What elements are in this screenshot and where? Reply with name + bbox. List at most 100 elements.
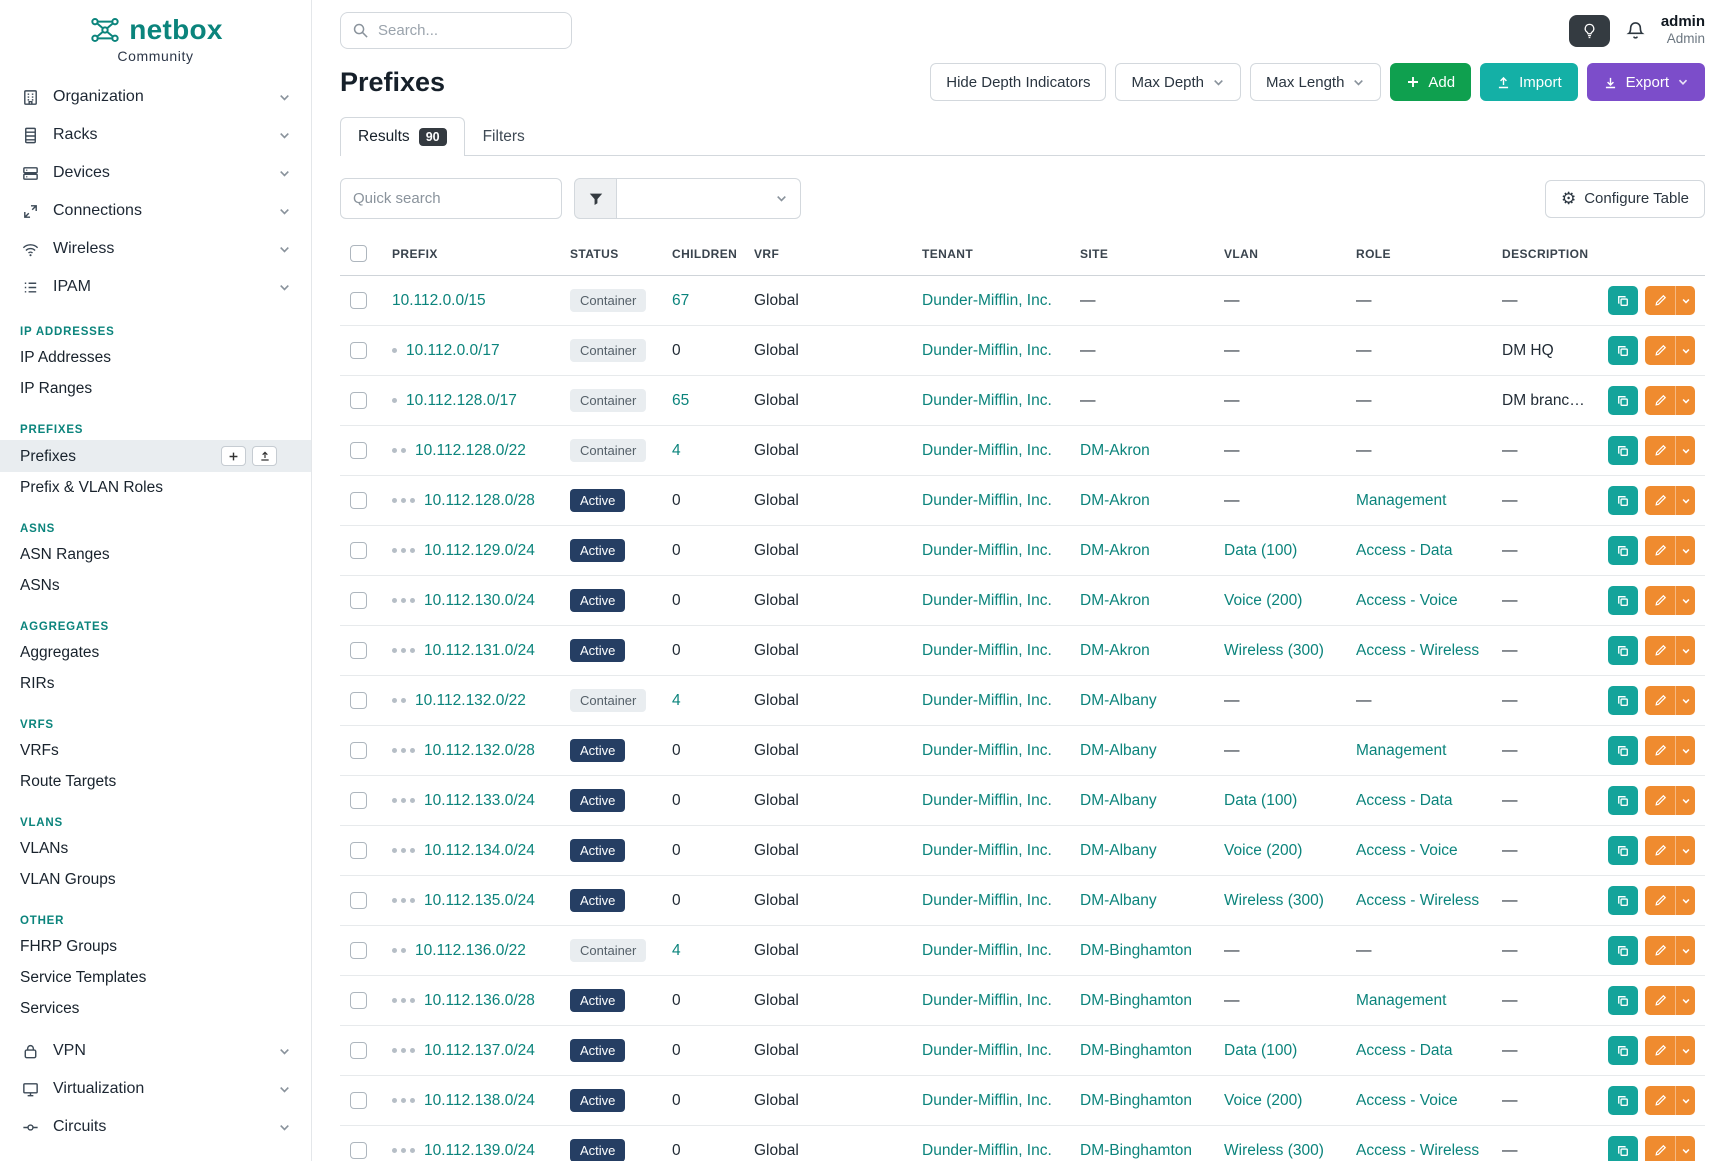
import-button[interactable]: Import bbox=[1480, 63, 1578, 101]
children-count-link[interactable]: 65 bbox=[672, 392, 689, 409]
tenant-link[interactable]: Dunder-Mifflin, Inc. bbox=[922, 742, 1052, 759]
edit-button[interactable] bbox=[1645, 536, 1675, 565]
edit-button[interactable] bbox=[1645, 1136, 1675, 1161]
tenant-link[interactable]: Dunder-Mifflin, Inc. bbox=[922, 392, 1052, 409]
tenant-link[interactable]: Dunder-Mifflin, Inc. bbox=[922, 792, 1052, 809]
edit-button[interactable] bbox=[1645, 686, 1675, 715]
quick-search-input[interactable] bbox=[340, 178, 562, 219]
column-header-status[interactable]: STATUS bbox=[560, 232, 662, 276]
copy-button[interactable] bbox=[1608, 736, 1638, 765]
sidebar-item-ipam[interactable]: IPAM bbox=[0, 268, 311, 306]
quick-import-button[interactable] bbox=[252, 446, 277, 466]
copy-button[interactable] bbox=[1608, 986, 1638, 1015]
edit-button[interactable] bbox=[1645, 936, 1675, 965]
vlan-link[interactable]: Wireless (300) bbox=[1224, 1142, 1324, 1159]
tenant-link[interactable]: Dunder-Mifflin, Inc. bbox=[922, 842, 1052, 859]
prefix-link[interactable]: 10.112.137.0/24 bbox=[424, 1042, 535, 1059]
copy-button[interactable] bbox=[1608, 536, 1638, 565]
copy-button[interactable] bbox=[1608, 386, 1638, 415]
prefix-link[interactable]: 10.112.131.0/24 bbox=[424, 642, 535, 659]
prefix-link[interactable]: 10.112.129.0/24 bbox=[424, 542, 535, 559]
edit-button[interactable] bbox=[1645, 1036, 1675, 1065]
role-link[interactable]: Access - Voice bbox=[1356, 1092, 1458, 1109]
vlan-link[interactable]: Voice (200) bbox=[1224, 1092, 1302, 1109]
vlan-link[interactable]: Voice (200) bbox=[1224, 592, 1302, 609]
children-count-link[interactable]: 67 bbox=[672, 292, 689, 309]
filter-button[interactable] bbox=[574, 178, 617, 219]
sidebar-item-ip-ranges[interactable]: IP Ranges bbox=[0, 373, 311, 404]
sidebar-item-aggregates[interactable]: Aggregates bbox=[0, 637, 311, 668]
hide-depth-indicators-button[interactable]: Hide Depth Indicators bbox=[930, 63, 1106, 101]
prefix-link[interactable]: 10.112.138.0/24 bbox=[424, 1092, 535, 1109]
quick-add-button[interactable] bbox=[221, 446, 246, 466]
edit-button[interactable] bbox=[1645, 436, 1675, 465]
row-checkbox[interactable] bbox=[350, 542, 367, 559]
site-link[interactable]: DM-Albany bbox=[1080, 742, 1157, 759]
edit-dropdown-caret[interactable] bbox=[1675, 736, 1695, 765]
site-link[interactable]: DM-Binghamton bbox=[1080, 992, 1192, 1009]
edit-dropdown-caret[interactable] bbox=[1675, 886, 1695, 915]
configure-table-button[interactable]: ⚙ Configure Table bbox=[1545, 180, 1705, 218]
edit-dropdown-caret[interactable] bbox=[1675, 836, 1695, 865]
site-link[interactable]: DM-Akron bbox=[1080, 492, 1150, 509]
sidebar-item-vrfs[interactable]: VRFs bbox=[0, 735, 311, 766]
edit-dropdown-caret[interactable] bbox=[1675, 786, 1695, 815]
role-link[interactable]: Access - Data bbox=[1356, 1042, 1452, 1059]
copy-button[interactable] bbox=[1608, 886, 1638, 915]
sidebar-item-vpn[interactable]: VPN bbox=[0, 1032, 311, 1070]
tenant-link[interactable]: Dunder-Mifflin, Inc. bbox=[922, 342, 1052, 359]
sidebar-item-organization[interactable]: Organization bbox=[0, 78, 311, 116]
site-link[interactable]: DM-Akron bbox=[1080, 442, 1150, 459]
tenant-link[interactable]: Dunder-Mifflin, Inc. bbox=[922, 542, 1052, 559]
copy-button[interactable] bbox=[1608, 286, 1638, 315]
tenant-link[interactable]: Dunder-Mifflin, Inc. bbox=[922, 892, 1052, 909]
sidebar-item-rirs[interactable]: RIRs bbox=[0, 668, 311, 699]
sidebar-item-fhrp-groups[interactable]: FHRP Groups bbox=[0, 931, 311, 962]
add-button[interactable]: Add bbox=[1390, 63, 1471, 101]
column-header-prefix[interactable]: PREFIX bbox=[382, 232, 560, 276]
edit-dropdown-caret[interactable] bbox=[1675, 436, 1695, 465]
tab-results[interactable]: Results 90 bbox=[340, 117, 465, 156]
sidebar-item-wireless[interactable]: Wireless bbox=[0, 230, 311, 268]
vlan-link[interactable]: Wireless (300) bbox=[1224, 642, 1324, 659]
edit-dropdown-caret[interactable] bbox=[1675, 986, 1695, 1015]
site-link[interactable]: DM-Albany bbox=[1080, 892, 1157, 909]
vlan-link[interactable]: Data (100) bbox=[1224, 792, 1297, 809]
role-link[interactable]: Management bbox=[1356, 992, 1446, 1009]
row-checkbox[interactable] bbox=[350, 692, 367, 709]
role-link[interactable]: Access - Wireless bbox=[1356, 892, 1479, 909]
theme-toggle-button[interactable] bbox=[1569, 15, 1610, 47]
row-checkbox[interactable] bbox=[350, 992, 367, 1009]
prefix-link[interactable]: 10.112.139.0/24 bbox=[424, 1142, 535, 1159]
sidebar-item-devices[interactable]: Devices bbox=[0, 154, 311, 192]
prefix-link[interactable]: 10.112.0.0/15 bbox=[392, 292, 486, 309]
tab-filters[interactable]: Filters bbox=[465, 117, 543, 156]
sidebar-item-prefixes[interactable]: Prefixes bbox=[0, 440, 311, 472]
sidebar-item-service-templates[interactable]: Service Templates bbox=[0, 962, 311, 993]
site-link[interactable]: DM-Akron bbox=[1080, 592, 1150, 609]
column-header-description[interactable]: DESCRIPTION bbox=[1492, 232, 1597, 276]
row-checkbox[interactable] bbox=[350, 842, 367, 859]
edit-button[interactable] bbox=[1645, 786, 1675, 815]
sidebar-item-racks[interactable]: Racks bbox=[0, 116, 311, 154]
role-link[interactable]: Access - Wireless bbox=[1356, 1142, 1479, 1159]
edit-dropdown-caret[interactable] bbox=[1675, 936, 1695, 965]
row-checkbox[interactable] bbox=[350, 942, 367, 959]
row-checkbox[interactable] bbox=[350, 792, 367, 809]
column-header-tenant[interactable]: TENANT bbox=[912, 232, 1070, 276]
sidebar-item-services[interactable]: Services bbox=[0, 993, 311, 1024]
copy-button[interactable] bbox=[1608, 336, 1638, 365]
sidebar-item-asns[interactable]: ASNs bbox=[0, 570, 311, 601]
prefix-link[interactable]: 10.112.0.0/17 bbox=[406, 342, 500, 359]
select-all-checkbox[interactable] bbox=[350, 245, 367, 262]
edit-dropdown-caret[interactable] bbox=[1675, 286, 1695, 315]
copy-button[interactable] bbox=[1608, 486, 1638, 515]
tenant-link[interactable]: Dunder-Mifflin, Inc. bbox=[922, 992, 1052, 1009]
role-link[interactable]: Access - Wireless bbox=[1356, 642, 1479, 659]
edit-button[interactable] bbox=[1645, 1086, 1675, 1115]
row-checkbox[interactable] bbox=[350, 492, 367, 509]
copy-button[interactable] bbox=[1608, 686, 1638, 715]
tenant-link[interactable]: Dunder-Mifflin, Inc. bbox=[922, 592, 1052, 609]
column-header-role[interactable]: ROLE bbox=[1346, 232, 1492, 276]
row-checkbox[interactable] bbox=[350, 342, 367, 359]
